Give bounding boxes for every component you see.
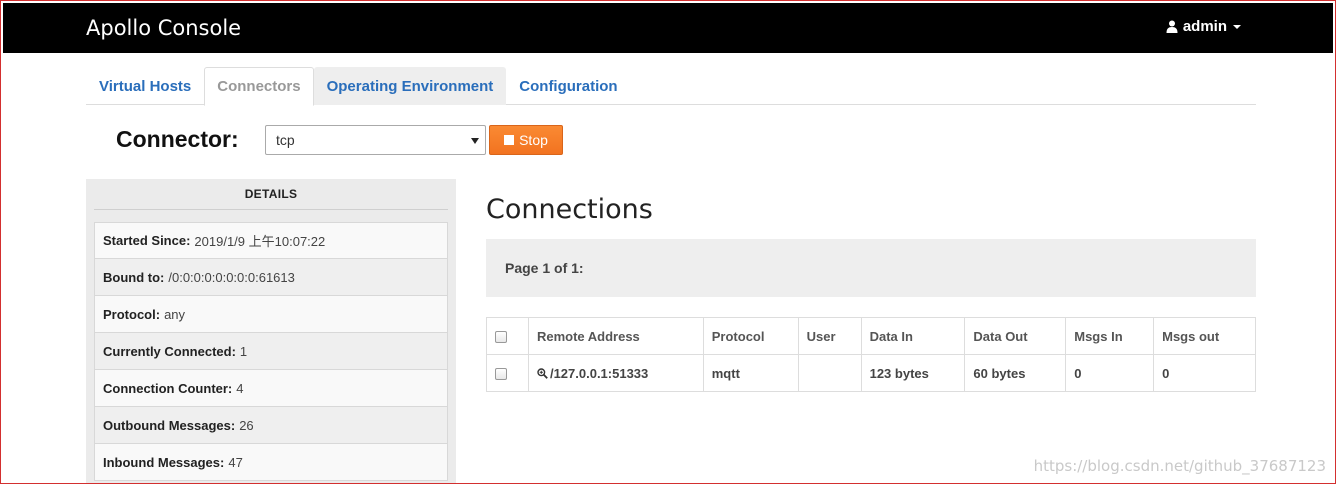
stop-button-label: Stop xyxy=(519,132,548,148)
dropdown-arrow-icon xyxy=(471,138,479,144)
stop-icon xyxy=(504,135,515,145)
row-checkbox[interactable] xyxy=(495,368,507,381)
details-title: DETAILS xyxy=(94,179,448,210)
select-all-cell xyxy=(486,317,529,355)
tab-operating-environment[interactable]: Operating Environment xyxy=(313,67,507,105)
select-all-checkbox[interactable] xyxy=(495,331,507,344)
details-list: Started Since: 2019/1/9 上午10:07:22 Bound … xyxy=(94,222,448,481)
page-info-box: Page 1 of 1: xyxy=(486,239,1256,297)
cell-user xyxy=(797,354,862,392)
tab-virtual-hosts[interactable]: Virtual Hosts xyxy=(86,67,204,105)
brand-title[interactable]: Apollo Console xyxy=(86,16,241,40)
detail-protocol: Protocol: any xyxy=(94,296,448,333)
top-navbar: Apollo Console admin xyxy=(3,3,1333,53)
col-user[interactable]: User xyxy=(797,317,862,355)
page-info: Page 1 of 1: xyxy=(505,260,584,276)
connector-select[interactable]: tcp xyxy=(265,125,486,155)
user-icon xyxy=(1166,20,1178,33)
col-protocol[interactable]: Protocol xyxy=(702,317,799,355)
detail-bound-to: Bound to:/0:0:0:0:0:0:0:0:61613 xyxy=(94,259,448,296)
col-msgs-out[interactable]: Msgs out xyxy=(1153,317,1256,355)
cell-data-in: 123 bytes xyxy=(860,354,966,392)
col-data-out[interactable]: Data Out xyxy=(964,317,1067,355)
cell-data-out: 60 bytes xyxy=(964,354,1067,392)
zoom-in-icon[interactable] xyxy=(537,367,548,379)
row-select-cell xyxy=(486,354,529,392)
table-header-row: Remote Address Protocol User Data In Dat… xyxy=(486,317,1256,355)
watermark: https://blog.csdn.net/github_37687123 xyxy=(1033,457,1326,475)
user-name: admin xyxy=(1182,18,1227,35)
details-panel: DETAILS Started Since: 2019/1/9 上午10:07:2… xyxy=(86,179,456,484)
main-tabs: Virtual Hosts Connectors Operating Envir… xyxy=(86,67,1256,106)
connections-table: Remote Address Protocol User Data In Dat… xyxy=(486,317,1256,392)
cell-protocol: mqtt xyxy=(702,354,799,392)
cell-msgs-in: 0 xyxy=(1065,354,1155,392)
col-remote-address[interactable]: Remote Address xyxy=(527,317,704,355)
user-menu[interactable]: admin xyxy=(1166,18,1241,35)
col-msgs-in[interactable]: Msgs In xyxy=(1065,317,1155,355)
connections-title: Connections xyxy=(486,194,653,225)
tab-connectors[interactable]: Connectors xyxy=(204,67,314,106)
table-row: /127.0.0.1:51333 mqtt 123 bytes 60 bytes… xyxy=(486,354,1256,392)
cell-remote-address[interactable]: /127.0.0.1:51333 xyxy=(527,354,704,392)
tab-configuration[interactable]: Configuration xyxy=(506,67,630,105)
stop-button[interactable]: Stop xyxy=(489,125,563,155)
cell-msgs-out: 0 xyxy=(1153,354,1256,392)
detail-started-since: Started Since: 2019/1/9 上午10:07:22 xyxy=(94,222,448,259)
connector-select-value: tcp xyxy=(276,132,295,148)
caret-down-icon xyxy=(1233,24,1241,29)
detail-currently-connected: Currently Connected: 1 xyxy=(94,333,448,370)
detail-outbound-messages: Outbound Messages: 26 xyxy=(94,407,448,444)
connector-label: Connector: xyxy=(116,126,239,152)
col-data-in[interactable]: Data In xyxy=(860,317,966,355)
detail-inbound-messages: Inbound Messages: 47 xyxy=(94,444,448,481)
detail-connection-counter: Connection Counter: 4 xyxy=(94,370,448,407)
